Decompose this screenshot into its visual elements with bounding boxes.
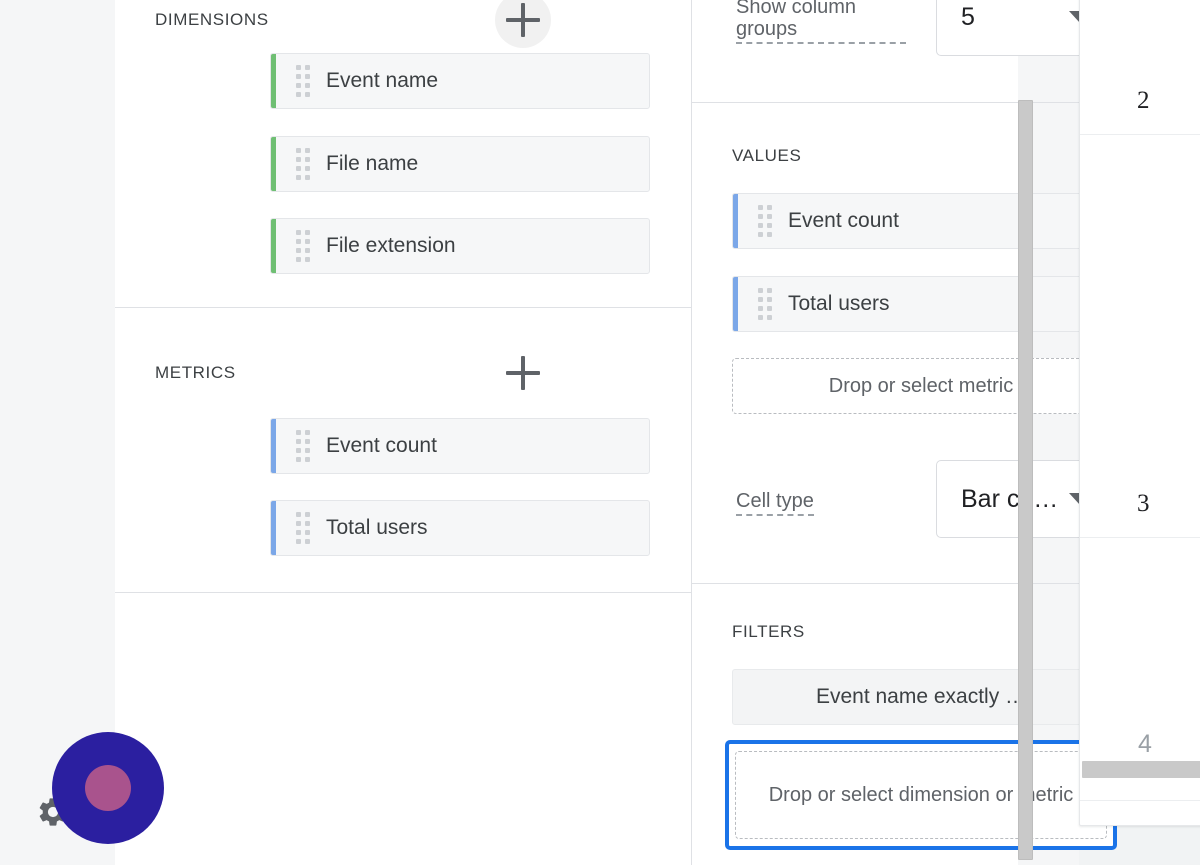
metric-chip[interactable]: Event count	[270, 418, 650, 474]
drag-handle-icon[interactable]	[758, 205, 772, 237]
drag-handle-icon[interactable]	[296, 65, 310, 97]
filters-title: FILTERS	[732, 622, 805, 641]
dimension-accent-bar	[271, 137, 276, 191]
drag-handle-icon[interactable]	[296, 148, 310, 180]
metrics-title: METRICS	[155, 363, 236, 382]
cell-type-label: Cell type	[736, 488, 856, 516]
metric-chip-label: Total users	[326, 516, 428, 539]
section-divider-dimensions-metrics	[115, 307, 691, 308]
drag-handle-icon[interactable]	[296, 430, 310, 462]
builder-left-column: DIMENSIONS Event name File name File ext…	[115, 0, 691, 865]
cell-type-value: Bar ch…	[961, 484, 1059, 513]
dimension-chip-label: Event name	[326, 69, 439, 92]
filters-dropzone-focus-ring: Drop or select dimension or metric	[725, 740, 1117, 850]
metric-chip-label: Event count	[326, 434, 437, 457]
dimension-accent-bar	[271, 54, 276, 108]
value-chip-label: Total users	[788, 292, 890, 315]
drag-handle-icon[interactable]	[296, 512, 310, 544]
cursor-click-inner-dot	[85, 765, 131, 811]
panel-vertical-scrollbar[interactable]	[1018, 100, 1033, 860]
add-metric-button[interactable]	[495, 345, 551, 401]
app-root: DIMENSIONS Event name File name File ext…	[0, 0, 1200, 865]
filter-chip[interactable]: Event name exactly …	[732, 669, 1110, 725]
section-divider-values	[692, 102, 1120, 103]
dimension-chip[interactable]: Event name	[270, 53, 650, 109]
table-cell-value: 4	[1138, 730, 1152, 758]
plus-icon	[506, 3, 540, 37]
table-preview-card: 2 3 4	[1079, 0, 1200, 826]
plus-icon	[506, 356, 540, 390]
show-column-groups-value: 5	[961, 2, 975, 31]
cursor-click-indicator	[52, 732, 164, 844]
metric-accent-bar	[271, 419, 276, 473]
metric-accent-bar	[733, 277, 738, 331]
builder-middle-column: Show column groups 5 VALUES Event count	[692, 0, 1133, 865]
table-cell-value: 2	[1137, 87, 1150, 114]
values-title: VALUES	[732, 146, 802, 165]
drag-handle-icon[interactable]	[758, 288, 772, 320]
dimension-chip-label: File extension	[326, 234, 456, 257]
dimension-chip[interactable]: File name	[270, 136, 650, 192]
metric-accent-bar	[733, 194, 738, 248]
dimension-chip-label: File name	[326, 152, 419, 175]
dimensions-title: DIMENSIONS	[155, 10, 269, 29]
value-chip[interactable]: Total users	[732, 276, 1110, 332]
section-divider-filters	[692, 583, 1120, 584]
add-dimension-button[interactable]	[495, 0, 551, 48]
table-row	[1080, 135, 1200, 538]
filters-dropzone[interactable]: Drop or select dimension or metric	[735, 751, 1107, 839]
table-horizontal-scrollbar[interactable]	[1082, 761, 1200, 778]
dimension-accent-bar	[271, 219, 276, 273]
value-chip[interactable]: Event count	[732, 193, 1110, 249]
dimensions-section-header: DIMENSIONS	[155, 0, 551, 48]
metrics-section-header: METRICS	[155, 345, 551, 401]
metric-accent-bar	[271, 501, 276, 555]
show-column-groups-label: Show column groups	[736, 0, 906, 44]
table-cell-value: 3	[1137, 490, 1150, 517]
report-builder-panel: DIMENSIONS Event name File name File ext…	[115, 0, 1120, 865]
values-dropzone[interactable]: Drop or select metric	[732, 358, 1110, 414]
metric-chip[interactable]: Total users	[270, 500, 650, 556]
section-divider-metrics-bottom	[115, 592, 691, 593]
value-chip-label: Event count	[788, 209, 899, 232]
dimension-chip[interactable]: File extension	[270, 218, 650, 274]
drag-handle-icon[interactable]	[296, 230, 310, 262]
